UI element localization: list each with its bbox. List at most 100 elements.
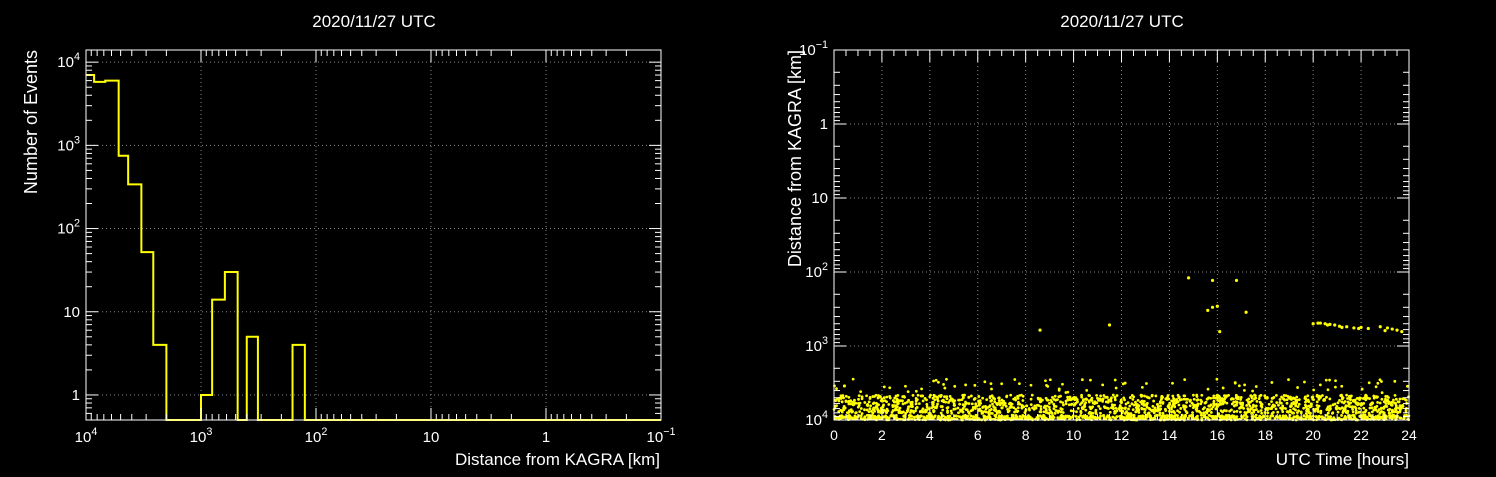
right-scatter-point <box>1051 395 1054 399</box>
right-scatter-point <box>1270 405 1274 408</box>
right-scatter-point <box>1250 412 1253 415</box>
right-scatter-point <box>834 404 838 408</box>
right-scatter-point <box>865 394 868 398</box>
right-scatter-point <box>874 405 878 409</box>
right-scatter-point <box>973 383 977 387</box>
right-scatter-point <box>1254 396 1258 400</box>
right-scatter-point <box>1016 406 1020 410</box>
right-scatter-point <box>949 409 953 413</box>
right-scatter-point <box>1128 404 1132 408</box>
right-scatter-point <box>1085 388 1089 392</box>
right-scatter-point <box>957 398 960 402</box>
right-scatter-point <box>1126 401 1130 404</box>
right-xtick-label: 4 <box>926 427 934 443</box>
right-scatter-point <box>914 409 917 413</box>
right-scatter-point <box>1091 411 1095 415</box>
right-title: 2020/11/27 UTC <box>1060 12 1183 31</box>
right-scatter-point <box>936 398 939 401</box>
right-scatter-point <box>1166 405 1170 408</box>
right-scatter-point <box>900 411 904 415</box>
right-scatter-point <box>1183 378 1187 381</box>
right-scatter-point <box>1049 410 1053 414</box>
right-scatter-point <box>921 399 925 403</box>
right-scatter-point <box>1210 278 1215 283</box>
right-scatter-point <box>1018 394 1022 397</box>
right-scatter-point <box>1004 404 1008 408</box>
right-scatter-point <box>857 397 860 401</box>
right-scatter-point <box>923 410 927 414</box>
right-scatter-point <box>1254 404 1258 408</box>
right-ytick-label: 1 <box>820 116 828 133</box>
right-scatter-point <box>1113 411 1117 415</box>
right-scatter-point <box>1308 414 1312 418</box>
right-scatter-point <box>1123 398 1126 402</box>
right-scatter-point <box>1239 410 1242 414</box>
right-scatter-point <box>842 404 846 408</box>
right-scatter-point <box>1088 405 1092 409</box>
right-scatter-point <box>1097 404 1101 408</box>
right-scatter-point <box>1177 395 1181 399</box>
right-scatter-point <box>1288 408 1292 412</box>
right-scatter-point <box>1101 397 1105 401</box>
right-scatter-point <box>916 393 920 397</box>
right-scatter-point <box>1325 395 1328 399</box>
right-scatter-point <box>1107 323 1112 327</box>
right-scatter-point <box>940 405 944 408</box>
right-scatter-point <box>1376 381 1380 385</box>
right-scatter-point <box>873 409 876 413</box>
right-scatter-point <box>888 386 892 390</box>
right-scatter-point <box>1054 409 1058 412</box>
right-scatter-point <box>914 402 918 406</box>
right-scatter-point <box>1185 401 1189 404</box>
right-scatter-point <box>1042 413 1045 417</box>
right-scatter-point <box>1366 326 1370 331</box>
right-scatter-point <box>1046 398 1050 402</box>
right-scatter-point <box>1354 401 1358 405</box>
right-scatter-point <box>1285 401 1289 405</box>
right-scatter-point <box>1087 393 1091 397</box>
right-scatter-point <box>1395 328 1399 332</box>
right-scatter-point <box>1060 407 1064 411</box>
right-scatter-point <box>1393 393 1397 397</box>
right-scatter-point <box>1065 415 1069 419</box>
right-scatter-point <box>1319 411 1323 415</box>
right-scatter-point <box>953 384 957 388</box>
right-scatter-point <box>1357 406 1361 410</box>
right-scatter-point <box>1345 325 1349 329</box>
right-scatter-point <box>1119 398 1123 402</box>
right-xtick-label: 8 <box>1022 427 1030 443</box>
right-scatter-point <box>1352 326 1356 330</box>
right-scatter-point <box>1195 409 1199 413</box>
right-scatter-point <box>1147 406 1151 410</box>
right-scatter-point <box>978 407 982 411</box>
right-scatter-point <box>1138 414 1142 418</box>
right-scatter-point <box>1310 395 1314 399</box>
right-scatter-point <box>1007 409 1011 412</box>
right-scatter-point <box>1380 397 1384 401</box>
right-scatter-point <box>1214 415 1218 418</box>
right-scatter-point <box>1389 401 1393 405</box>
right-scatter-point <box>1031 406 1035 410</box>
right-scatter-point <box>945 416 949 420</box>
right-ylabel: Distance from KAGRA [km] <box>785 50 805 267</box>
right-scatter-point <box>1190 401 1194 405</box>
right-scatter-point <box>1282 397 1286 401</box>
right-scatter-point <box>1143 411 1147 414</box>
right-scatter-point <box>840 410 844 414</box>
right-scatter-point <box>894 394 898 398</box>
right-scatter-point <box>1013 410 1017 414</box>
right-scatter-point <box>959 409 963 413</box>
right-scatter-point <box>871 402 875 406</box>
right-scatter-point <box>877 414 880 418</box>
right-scatter-point <box>1305 408 1309 411</box>
right-scatter-point <box>963 404 966 408</box>
right-scatter-point <box>1314 415 1318 419</box>
right-scatter-point <box>1247 400 1250 404</box>
right-scatter-point <box>1259 401 1263 405</box>
right-scatter-point <box>1386 408 1390 412</box>
right-scatter-point <box>1176 414 1180 418</box>
right-scatter-point <box>949 397 953 401</box>
right-scatter-point <box>865 413 869 417</box>
right-scatter-point <box>997 399 1001 403</box>
right-scatter-point <box>1093 400 1097 404</box>
